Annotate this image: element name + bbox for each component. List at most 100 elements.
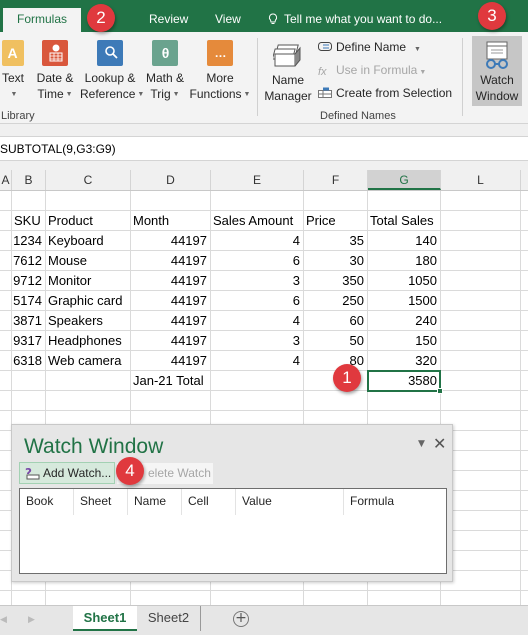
column-header-g[interactable]: G xyxy=(368,170,441,190)
column-header-c[interactable]: C xyxy=(46,170,131,190)
header-total-sales[interactable]: Total Sales xyxy=(367,211,440,231)
chevron-down-icon: ▼ xyxy=(243,91,251,98)
defined-names-group-label: Defined Names xyxy=(320,110,396,122)
panel-options-icon[interactable]: ▼ xyxy=(418,439,425,449)
create-from-selection-button[interactable]: Create from Selection xyxy=(318,86,452,100)
more-label-2: Functions xyxy=(189,87,242,101)
sheet-tab-sheet1[interactable]: Sheet1 xyxy=(73,606,137,631)
column-header-l[interactable]: L xyxy=(441,170,521,190)
total-sales-cell[interactable]: 180 xyxy=(367,251,440,271)
name-manager-button[interactable]: Name Manager xyxy=(262,42,314,104)
product-cell[interactable]: Graphic card xyxy=(45,291,130,311)
price-cell[interactable]: 50 xyxy=(303,331,367,351)
price-cell[interactable]: 250 xyxy=(303,291,367,311)
product-cell[interactable]: Web camera xyxy=(45,351,130,371)
month-cell[interactable]: 44197 xyxy=(130,271,210,291)
column-header-f[interactable]: F xyxy=(304,170,368,190)
product-cell[interactable]: Headphones xyxy=(45,331,130,351)
define-name-button[interactable]: Define Name ▼ xyxy=(318,40,421,54)
price-cell[interactable]: 60 xyxy=(303,311,367,331)
watch-col-name[interactable]: Name xyxy=(128,489,182,515)
header-sku[interactable]: SKU xyxy=(11,211,45,231)
column-header-b[interactable]: B xyxy=(12,170,46,190)
sales-amount-cell[interactable]: 4 xyxy=(210,311,303,331)
product-cell[interactable]: Speakers xyxy=(45,311,130,331)
total-sales-cell[interactable]: 1050 xyxy=(367,271,440,291)
sku-cell[interactable]: 9712 xyxy=(11,271,45,291)
date-time-button[interactable]: Date & Time ▼ xyxy=(34,40,76,103)
watch-col-sheet[interactable]: Sheet xyxy=(74,489,128,515)
sales-amount-cell[interactable]: 6 xyxy=(210,251,303,271)
function-library-group-label: Library xyxy=(1,110,35,122)
watch-col-formula[interactable]: Formula xyxy=(344,489,447,515)
math-trig-button[interactable]: θ Math & Trig ▼ xyxy=(142,40,188,103)
header-product[interactable]: Product xyxy=(45,211,130,231)
text-functions-button[interactable]: A Text ▼ xyxy=(0,40,28,103)
header-sales-amount[interactable]: Sales Amount xyxy=(210,211,303,231)
ribbon-tab-bar: Formulas Review View Tell me what you wa… xyxy=(0,0,528,32)
formula-input[interactable]: SUBTOTAL(9,G3:G9) xyxy=(0,136,528,161)
use-in-formula-button[interactable]: fx Use in Formula ▼ xyxy=(318,63,426,78)
sales-amount-cell[interactable]: 4 xyxy=(210,351,303,371)
price-cell[interactable]: 350 xyxy=(303,271,367,291)
sku-cell[interactable]: 5174 xyxy=(11,291,45,311)
product-cell[interactable]: Monitor xyxy=(45,271,130,291)
column-header-a[interactable]: A xyxy=(0,170,12,190)
month-cell[interactable]: 44197 xyxy=(130,311,210,331)
month-cell[interactable]: 44197 xyxy=(130,351,210,371)
step-badge-3: 3 xyxy=(478,2,506,30)
month-cell[interactable]: 44197 xyxy=(130,251,210,271)
month-cell[interactable]: 44197 xyxy=(130,331,210,351)
math-label-1: Math & xyxy=(145,71,184,85)
total-label-cell[interactable]: Jan-21 Total xyxy=(130,371,210,391)
tab-formulas[interactable]: Formulas xyxy=(3,8,82,32)
header-price[interactable]: Price xyxy=(303,211,367,231)
tab-view[interactable]: View xyxy=(215,12,241,26)
scroll-right-icon[interactable]: ▶ xyxy=(28,615,35,625)
close-icon[interactable]: ✕ xyxy=(433,434,446,453)
sku-cell[interactable]: 1234 xyxy=(11,231,45,251)
sku-cell[interactable]: 7612 xyxy=(11,251,45,271)
active-cell-selection[interactable] xyxy=(367,370,443,394)
total-sales-cell[interactable]: 140 xyxy=(367,231,440,251)
text-label: Text xyxy=(1,71,24,85)
sku-cell[interactable]: 9317 xyxy=(11,331,45,351)
price-cell[interactable]: 35 xyxy=(303,231,367,251)
watch-window-panel[interactable]: Watch Window ▼ ✕ ? Add Watch... elete Wat… xyxy=(11,424,453,582)
product-cell[interactable]: Mouse xyxy=(45,251,130,271)
total-sales-cell[interactable]: 1500 xyxy=(367,291,440,311)
tell-me-search[interactable]: Tell me what you want to do... xyxy=(268,12,442,26)
sales-amount-cell[interactable]: 4 xyxy=(210,231,303,251)
tell-me-text: Tell me what you want to do... xyxy=(284,12,443,26)
sheet-tab-sheet2[interactable]: Sheet2 xyxy=(137,606,201,631)
price-cell[interactable]: 30 xyxy=(303,251,367,271)
chevron-down-icon: ▼ xyxy=(65,91,73,98)
sku-cell[interactable]: 6318 xyxy=(11,351,45,371)
fill-handle[interactable] xyxy=(437,388,443,394)
tab-review[interactable]: Review xyxy=(149,12,188,26)
add-watch-button[interactable]: ? Add Watch... xyxy=(19,462,115,484)
total-sales-cell[interactable]: 320 xyxy=(367,351,440,371)
month-cell[interactable]: 44197 xyxy=(130,291,210,311)
month-cell[interactable]: 44197 xyxy=(130,231,210,251)
watch-col-book[interactable]: Book xyxy=(20,489,74,515)
sales-amount-cell[interactable]: 3 xyxy=(210,331,303,351)
column-header-d[interactable]: D xyxy=(131,170,211,190)
lookup-label-1: Lookup & xyxy=(84,71,136,85)
add-sheet-button[interactable]: + xyxy=(233,611,249,627)
watch-window-button[interactable]: Watch Window xyxy=(472,36,522,106)
scroll-left-icon[interactable]: ◀ xyxy=(0,615,7,625)
product-cell[interactable]: Keyboard xyxy=(45,231,130,251)
watch-col-value[interactable]: Value xyxy=(236,489,344,515)
total-sales-cell[interactable]: 240 xyxy=(367,311,440,331)
watch-col-cell[interactable]: Cell xyxy=(182,489,236,515)
sales-amount-cell[interactable]: 3 xyxy=(210,271,303,291)
lookup-reference-button[interactable]: Lookup & Reference ▼ xyxy=(80,40,144,103)
header-month[interactable]: Month xyxy=(130,211,210,231)
more-functions-button[interactable]: … More Functions ▼ xyxy=(188,40,252,103)
column-header-e[interactable]: E xyxy=(211,170,304,190)
total-sales-cell[interactable]: 150 xyxy=(367,331,440,351)
sales-amount-cell[interactable]: 6 xyxy=(210,291,303,311)
watch-list[interactable]: Book Sheet Name Cell Value Formula xyxy=(19,488,447,574)
sku-cell[interactable]: 3871 xyxy=(11,311,45,331)
